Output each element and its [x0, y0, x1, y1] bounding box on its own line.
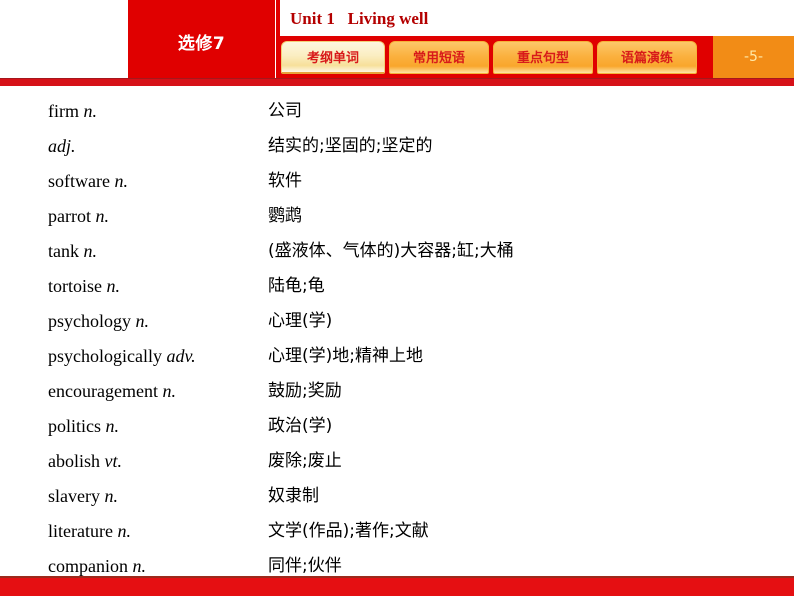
- tab-yupian-yanlian[interactable]: 语篇演练: [597, 41, 697, 74]
- headword: tortoise: [48, 276, 102, 296]
- vocabulary-term: parrot n.: [48, 199, 109, 234]
- part-of-speech: n.: [162, 381, 176, 401]
- volume-label: 选修7: [177, 34, 226, 54]
- vocabulary-definition: 废除;废止: [268, 451, 342, 471]
- vocabulary-definition: 结实的;坚固的;坚定的: [268, 136, 433, 156]
- vocabulary-row: abolish vt. 废除;废止: [0, 444, 794, 479]
- vocabulary-term: firm n.: [48, 94, 97, 129]
- vocabulary-term: encouragement n.: [48, 374, 176, 409]
- vocabulary-definition: (盛液体、气体的)大容器;缸;大桶: [268, 241, 514, 261]
- page-title: Unit 1 Living well: [290, 9, 429, 28]
- headword: tank: [48, 241, 79, 261]
- part-of-speech: n.: [114, 171, 128, 191]
- vocabulary-definition: 软件: [268, 171, 302, 191]
- vocabulary-row: tank n. (盛液体、气体的)大容器;缸;大桶: [0, 234, 794, 269]
- headword: literature: [48, 521, 113, 541]
- headword: psychologically: [48, 346, 162, 366]
- vocabulary-definition: 心理(学): [268, 311, 333, 331]
- tab-changyong-duanyu[interactable]: 常用短语: [389, 41, 489, 74]
- part-of-speech: adj.: [48, 136, 76, 156]
- vocabulary-term: tank n.: [48, 234, 97, 269]
- part-of-speech: adv.: [166, 346, 196, 366]
- part-of-speech: n.: [132, 556, 146, 576]
- part-of-speech: n.: [83, 241, 98, 261]
- vocabulary-row: software n. 软件: [0, 164, 794, 199]
- part-of-speech: n.: [135, 311, 150, 331]
- part-of-speech: n.: [106, 276, 121, 296]
- tab-kaogang-danci[interactable]: 考纲单词: [281, 41, 385, 74]
- page-number: -5-: [743, 49, 763, 65]
- vocabulary-definition: 文学(作品);著作;文献: [268, 521, 429, 541]
- header-rule: [0, 79, 794, 86]
- vocabulary-definition: 鹦鹉: [268, 206, 302, 226]
- part-of-speech: n.: [104, 486, 118, 506]
- part-of-speech: vt.: [104, 451, 123, 471]
- part-of-speech: n.: [95, 206, 109, 226]
- page-number-plate: -5-: [713, 36, 794, 79]
- vocabulary-row: encouragement n. 鼓励;奖励: [0, 374, 794, 409]
- vocabulary-term: software n.: [48, 164, 128, 199]
- part-of-speech: n.: [83, 101, 98, 121]
- vocabulary-term: slavery n.: [48, 479, 118, 514]
- headword: abolish: [48, 451, 100, 471]
- footer-bar: [0, 578, 794, 596]
- vocabulary-definition: 心理(学)地;精神上地: [268, 346, 423, 366]
- headword: slavery: [48, 486, 100, 506]
- vocabulary-row: psychologically adv. 心理(学)地;精神上地: [0, 339, 794, 374]
- vocabulary-row: slavery n. 奴隶制: [0, 479, 794, 514]
- volume-badge: 选修7: [128, 0, 275, 79]
- vocabulary-term: psychologically adv.: [48, 339, 196, 374]
- vocabulary-list: firm n. 公司 adj. 结实的;坚固的;坚定的 software n. 软件 par…: [0, 94, 794, 584]
- vocabulary-row: literature n. 文学(作品);著作;文献: [0, 514, 794, 549]
- tab-zhongdian-juxing[interactable]: 重点句型: [493, 41, 593, 74]
- headword: firm: [48, 101, 79, 121]
- vocabulary-row: firm n. 公司: [0, 94, 794, 129]
- vocabulary-row: tortoise n. 陆龟;龟: [0, 269, 794, 304]
- vocabulary-row: politics n. 政治(学): [0, 409, 794, 444]
- vocabulary-definition: 陆龟;龟: [268, 276, 325, 296]
- vocabulary-term: abolish vt.: [48, 444, 122, 479]
- page-header: 选修7 Unit 1 Living well 考纲单词 常用短语 重点句型 语篇…: [0, 0, 794, 88]
- part-of-speech: n.: [105, 416, 120, 436]
- vocabulary-definition: 政治(学): [268, 416, 333, 436]
- vocabulary-row: adj. 结实的;坚固的;坚定的: [0, 129, 794, 164]
- headword: politics: [48, 416, 101, 436]
- vocabulary-row: parrot n. 鹦鹉: [0, 199, 794, 234]
- vocabulary-definition: 公司: [268, 101, 302, 121]
- vocabulary-term: literature n.: [48, 514, 131, 549]
- headword: companion: [48, 556, 128, 576]
- vocabulary-term: psychology n.: [48, 304, 149, 339]
- headword: encouragement: [48, 381, 158, 401]
- vocabulary-definition: 鼓励;奖励: [268, 381, 342, 401]
- part-of-speech: n.: [117, 521, 131, 541]
- headword: psychology: [48, 311, 131, 331]
- vocabulary-definition: 奴隶制: [268, 486, 319, 506]
- headword: parrot: [48, 206, 91, 226]
- vocabulary-term: adj.: [48, 129, 76, 164]
- vocabulary-term: politics n.: [48, 409, 119, 444]
- headword: software: [48, 171, 110, 191]
- vocabulary-row: psychology n. 心理(学): [0, 304, 794, 339]
- vocabulary-term: tortoise n.: [48, 269, 120, 304]
